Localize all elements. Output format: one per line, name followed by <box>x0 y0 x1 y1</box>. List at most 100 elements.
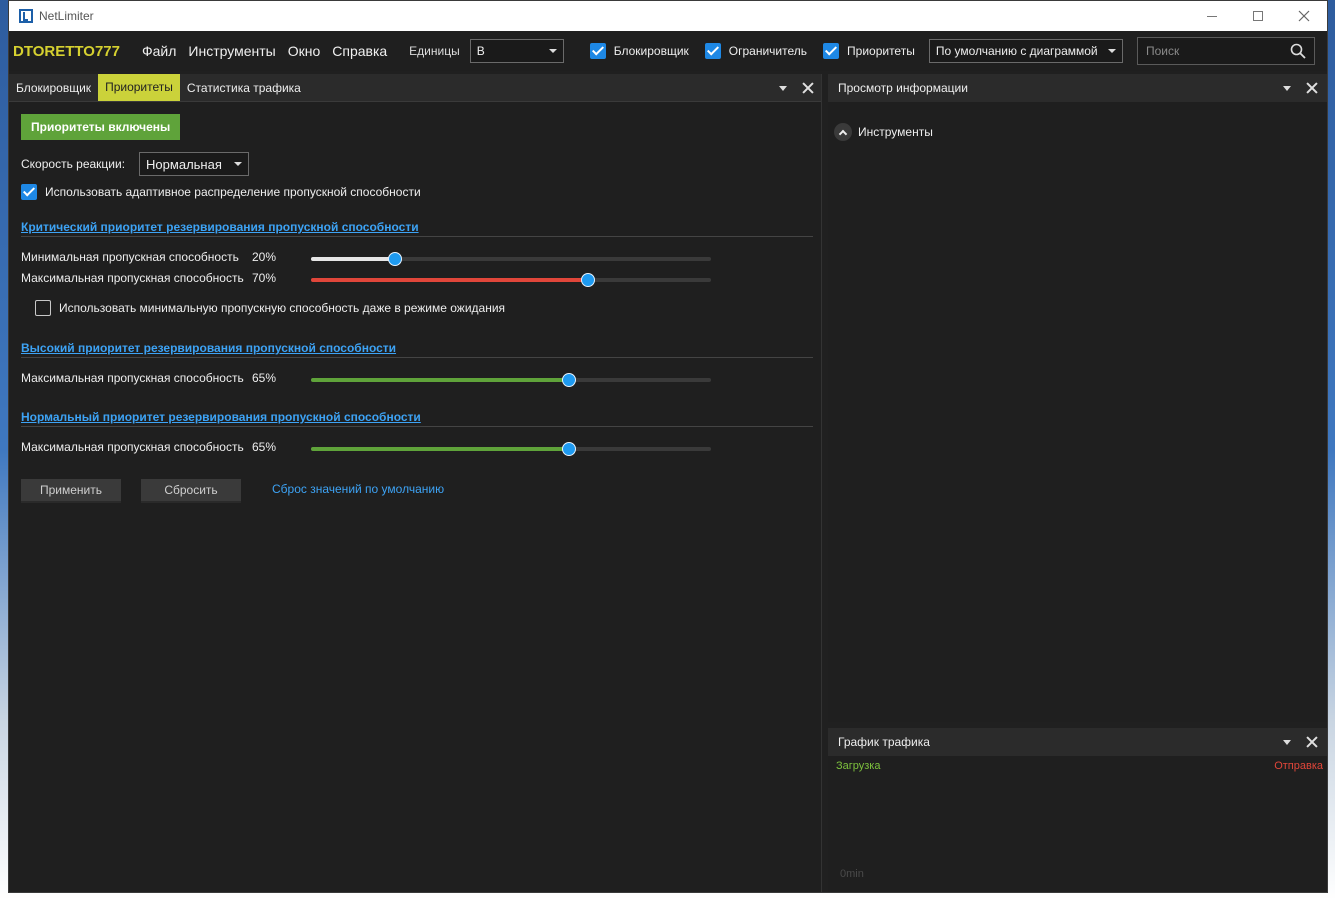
slider-fill <box>311 257 395 261</box>
reset-button[interactable]: Сбросить <box>141 479 241 503</box>
critical-min-label: Минимальная пропускная способность <box>21 250 239 264</box>
close-window-button[interactable] <box>1281 1 1327 31</box>
slider-fill <box>311 447 569 451</box>
minimize-button[interactable] <box>1189 1 1235 31</box>
tab-blocker[interactable]: Блокировщик <box>9 74 98 101</box>
critical-priority-title: Критический приоритет резервирования про… <box>21 220 813 237</box>
units-label: Единицы <box>409 44 460 58</box>
view-mode-value: По умолчанию с диаграммой <box>935 44 1098 58</box>
graph-panel-header: График трафика <box>828 728 1327 756</box>
info-panel-header: Просмотр информации <box>828 74 1327 102</box>
tools-section-label: Инструменты <box>858 125 933 139</box>
window-title: NetLimiter <box>39 9 94 23</box>
title-bar: NetLimiter <box>9 1 1327 31</box>
checkbox-unchecked-icon <box>35 300 51 316</box>
priorities-toggle[interactable]: Приоритеты <box>823 43 915 59</box>
units-value: B <box>476 44 485 58</box>
maximize-button[interactable] <box>1235 1 1281 31</box>
adaptive-bandwidth-checkbox[interactable]: Использовать адаптивное распределение пр… <box>21 184 421 200</box>
normal-max-value: 65% <box>252 440 277 454</box>
checkbox-checked-icon <box>823 43 840 59</box>
menu-file[interactable]: Файл <box>142 43 176 59</box>
checkbox-checked-icon <box>21 184 37 200</box>
reaction-speed-select[interactable]: Нормальная <box>139 152 250 176</box>
close-icon[interactable] <box>801 81 815 95</box>
menu-bar: DTORETTO777 Файл Инструменты Окно Справк… <box>9 31 1327 71</box>
panel-menu-chevron-icon[interactable] <box>779 85 787 91</box>
panel-menu-chevron-icon[interactable] <box>1283 85 1291 91</box>
normal-max-slider[interactable] <box>311 442 711 456</box>
normal-priority-title: Нормальный приоритет резервирования проп… <box>21 410 813 427</box>
user-name[interactable]: DTORETTO777 <box>13 43 120 60</box>
minimize-icon <box>1207 15 1217 17</box>
normal-max-label: Максимальная пропускная способность <box>21 440 244 454</box>
info-panel-tools <box>1283 74 1319 102</box>
close-icon <box>1298 10 1310 22</box>
info-panel-title: Просмотр информации <box>838 81 968 95</box>
close-icon[interactable] <box>1305 735 1319 749</box>
checkbox-checked-icon <box>704 43 721 59</box>
chevron-up-icon <box>838 129 848 138</box>
limiter-toggle-label: Ограничитель <box>728 44 808 58</box>
collapse-icon[interactable] <box>834 123 852 141</box>
reaction-speed-label: Скорость реакции: <box>21 157 126 171</box>
high-max-slider[interactable] <box>311 373 711 387</box>
slider-thumb[interactable] <box>581 273 595 287</box>
traffic-graph-panel: График трафика Загрузка Отправка 0min <box>828 728 1327 892</box>
left-panel-tools <box>779 74 815 102</box>
graph-panel-tools <box>1283 728 1319 756</box>
upload-legend: Отправка <box>1274 760 1323 772</box>
slider-fill <box>311 278 588 282</box>
graph-panel-title: График трафика <box>838 735 930 749</box>
critical-min-value: 20% <box>252 250 277 264</box>
units-select[interactable]: B <box>469 39 564 63</box>
search-icon[interactable] <box>1290 43 1306 59</box>
panel-menu-chevron-icon[interactable] <box>1283 739 1291 745</box>
adaptive-bandwidth-label: Использовать адаптивное распределение пр… <box>45 185 421 199</box>
menu-window[interactable]: Окно <box>288 43 321 59</box>
checkbox-checked-icon <box>589 43 606 59</box>
limiter-toggle[interactable]: Ограничитель <box>704 43 808 59</box>
blocker-toggle-label: Блокировщик <box>613 44 689 58</box>
menu-tools[interactable]: Инструменты <box>188 43 275 59</box>
slider-thumb[interactable] <box>388 252 402 266</box>
tab-traffic-stats[interactable]: Статистика трафика <box>180 74 308 101</box>
tab-priorities[interactable]: Приоритеты <box>98 74 180 101</box>
priorities-toggle-label: Приоритеты <box>847 44 915 58</box>
apply-button[interactable]: Применить <box>21 479 121 503</box>
menu-help[interactable]: Справка <box>332 43 387 59</box>
window-controls <box>1189 1 1327 31</box>
search-placeholder: Поиск <box>1146 44 1180 58</box>
close-icon[interactable] <box>1305 81 1319 95</box>
slider-thumb[interactable] <box>562 373 576 387</box>
view-mode-select[interactable]: По умолчанию с диаграммой <box>928 39 1123 63</box>
chevron-down-icon <box>548 49 557 53</box>
slider-fill <box>311 378 569 382</box>
chevron-down-icon <box>234 162 243 166</box>
time-axis-label: 0min <box>840 868 864 880</box>
app-logo-icon <box>19 9 33 23</box>
critical-max-slider[interactable] <box>311 273 711 287</box>
critical-min-slider[interactable] <box>311 252 711 266</box>
high-priority-title: Высокий приоритет резервирования пропуск… <box>21 341 813 358</box>
idle-min-bandwidth-label: Использовать минимальную пропускную спос… <box>59 301 506 315</box>
blocker-toggle[interactable]: Блокировщик <box>589 43 689 59</box>
download-legend: Загрузка <box>836 760 881 772</box>
reaction-speed-value: Нормальная <box>146 156 222 172</box>
info-view-panel: Просмотр информации Инструменты <box>828 74 1327 722</box>
priorities-enabled-button[interactable]: Приоритеты включены <box>21 114 181 140</box>
chevron-down-icon <box>1107 49 1116 53</box>
high-max-value: 65% <box>252 371 277 385</box>
critical-max-value: 70% <box>252 271 277 285</box>
maximize-icon <box>1253 11 1263 21</box>
tools-section-header[interactable]: Инструменты <box>834 123 933 141</box>
idle-min-bandwidth-checkbox[interactable]: Использовать минимальную пропускную спос… <box>35 300 505 316</box>
priorities-panel: Блокировщик Приоритеты Статистика трафик… <box>9 74 822 892</box>
critical-max-label: Максимальная пропускная способность <box>21 271 244 285</box>
high-max-label: Максимальная пропускная способность <box>21 371 244 385</box>
slider-thumb[interactable] <box>562 442 576 456</box>
left-tab-bar: Блокировщик Приоритеты Статистика трафик… <box>9 74 821 102</box>
app-window: NetLimiter DTORETTO777 Файл Инструменты … <box>8 0 1328 893</box>
reset-defaults-link[interactable]: Сброс значений по умолчанию <box>272 482 444 496</box>
search-input[interactable]: Поиск <box>1137 37 1315 65</box>
